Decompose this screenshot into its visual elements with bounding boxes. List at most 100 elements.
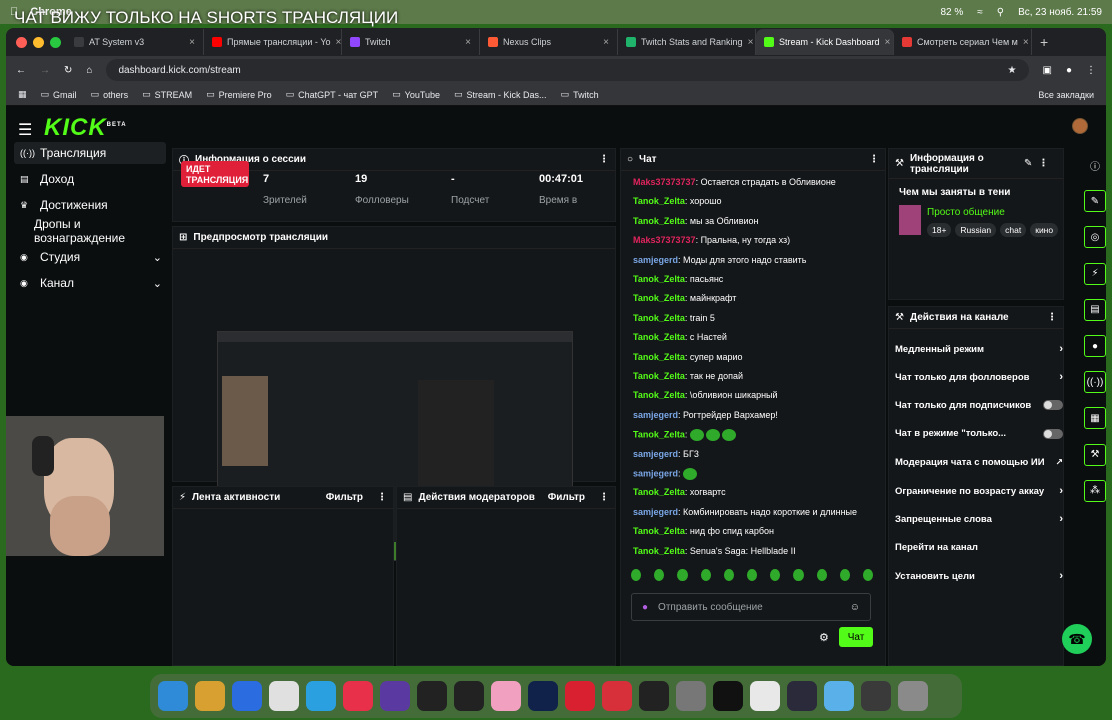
chat-message[interactable]: Tanok_Zelta: супер марио <box>633 352 743 362</box>
channel-action-4[interactable]: Модерация чата с помощью ИИ ↗ <box>895 457 1063 468</box>
chat-message[interactable]: Tanok_Zelta: мы за Обливион <box>633 216 758 226</box>
bookmark-5[interactable]: ▭ YouTube <box>392 89 440 100</box>
chat-message[interactable]: Tanok_Zelta: хорошо <box>633 196 722 206</box>
more-icon[interactable]: ⋮ <box>1038 158 1048 169</box>
chat-message[interactable]: samjegerd: Рогтрейдер Вархамер! <box>633 410 778 420</box>
chat-username[interactable]: samjegerd <box>633 468 678 478</box>
chat-username[interactable]: Tanok_Zelta <box>633 332 685 342</box>
close-tab-icon[interactable]: × <box>885 37 891 48</box>
chat-username[interactable]: Tanok_Zelta <box>633 390 685 400</box>
chat-message[interactable]: Tanok_Zelta: хогвартс <box>633 487 726 497</box>
channel-action-8[interactable]: Установить цели › <box>895 570 1063 582</box>
close-tab-icon[interactable]: × <box>748 37 754 48</box>
chat-username[interactable]: Tanok_Zelta <box>633 352 685 362</box>
modactions-filter-button[interactable]: Фильтр <box>548 492 585 503</box>
tab-4[interactable]: Twitch Stats and Ranking × <box>618 29 756 55</box>
dock-app-icon[interactable] <box>380 681 410 711</box>
extensions-icon[interactable]: ▣ <box>1043 65 1052 76</box>
bookmark-star-icon[interactable]: ★ <box>1008 65 1017 76</box>
chat-username[interactable]: Tanok_Zelta <box>633 371 685 381</box>
tab-3[interactable]: Nexus Clips × <box>480 29 618 55</box>
chat-message[interactable]: Tanok_Zelta: майнкрафт <box>633 293 736 303</box>
clock[interactable]: Вс, 23 нояб. 21:59 <box>1018 7 1102 18</box>
more-icon[interactable]: ⋮ <box>1047 312 1057 323</box>
channel-action-3[interactable]: Чат в режиме "только... <box>895 428 1063 439</box>
chat-message[interactable]: samjegerd: Комбинировать надо короткие и… <box>633 507 857 517</box>
chat-username[interactable]: samjegerd <box>633 507 678 517</box>
chat-username[interactable]: Tanok_Zelta <box>633 487 685 497</box>
dock-app-icon[interactable] <box>602 681 632 711</box>
search-icon[interactable]: ⚲ <box>997 7 1004 18</box>
tab-0[interactable]: AT System v3 × <box>66 29 204 55</box>
chat-message[interactable]: Tanok_Zelta: пасьянс <box>633 274 723 284</box>
home-icon[interactable]: ⌂ <box>86 65 92 76</box>
bookmark-0[interactable]: ▭ Gmail <box>41 89 77 100</box>
chat-message[interactable]: Tanok_Zelta: train 5 <box>633 313 715 323</box>
minimize-window-button[interactable] <box>33 37 44 48</box>
stack-icon[interactable]: ▦ <box>1084 407 1106 430</box>
channel-action-2[interactable]: Чат только для подписчиков <box>895 400 1063 411</box>
tag-chip[interactable]: кино <box>1030 223 1059 237</box>
tag-chip[interactable]: Russian <box>955 223 997 237</box>
sidebar-item-4[interactable]: ◉ Студия ⌄ <box>14 246 166 268</box>
emote-bar[interactable] <box>631 569 875 585</box>
menu-icon[interactable]: ☰ <box>18 120 32 140</box>
dock-app-icon[interactable] <box>861 681 891 711</box>
chat-username[interactable]: Tanok_Zelta <box>633 313 685 323</box>
dock-app-icon[interactable] <box>824 681 854 711</box>
close-tab-icon[interactable]: × <box>465 37 471 48</box>
chat-username[interactable]: Tanok_Zelta <box>633 430 685 440</box>
tab-1[interactable]: Прямые трансляции - Yo × <box>204 29 342 55</box>
all-bookmarks-link[interactable]: Все закладки <box>1038 90 1094 100</box>
more-icon[interactable]: ⋮ <box>599 154 609 165</box>
list-icon[interactable]: ▤ <box>1084 298 1106 321</box>
dock-app-icon[interactable] <box>195 681 225 711</box>
close-tab-icon[interactable]: × <box>603 37 609 48</box>
kick-logo[interactable]: KICKBETA <box>44 114 127 142</box>
sidebar-item-1[interactable]: ▤ Доход <box>14 168 166 190</box>
chat-message[interactable]: Tanok_Zelta: нид фо спид карбон <box>633 526 774 536</box>
channel-action-1[interactable]: Чат только для фолловеров › <box>895 371 1063 383</box>
chat-username[interactable]: Tanok_Zelta <box>633 274 685 284</box>
bookmark-2[interactable]: ▭ STREAM <box>142 89 192 100</box>
sidebar-item-3[interactable]: Дропы и вознаграждение <box>14 217 166 245</box>
bookmark-3[interactable]: ▭ Premiere Pro <box>206 89 272 100</box>
user-avatar[interactable] <box>1072 118 1088 134</box>
pen-icon[interactable]: ✎ <box>1084 190 1106 213</box>
sidebar-item-0[interactable]: ((·)) Трансляция <box>14 142 166 164</box>
dock-app-icon[interactable] <box>565 681 595 711</box>
category-thumbnail[interactable] <box>899 205 921 235</box>
more-icon[interactable]: ⋮ <box>377 492 387 503</box>
chat-message[interactable]: Tanok_Zelta: с Настей <box>633 332 727 342</box>
chat-username[interactable]: Maks37373737 <box>633 235 696 245</box>
chat-username[interactable]: samjegerd <box>633 410 678 420</box>
chat-message[interactable]: Tanok_Zelta: \обливион шикарный <box>633 390 778 400</box>
close-tab-icon[interactable]: × <box>189 37 195 48</box>
wrench-icon[interactable]: ⚒ <box>1084 443 1106 466</box>
more-icon[interactable]: ⋮ <box>599 492 609 503</box>
more-icon[interactable]: ⋮ <box>869 154 879 165</box>
close-tab-icon[interactable]: × <box>336 37 341 48</box>
channel-action-7[interactable]: Перейти на канал <box>895 542 1063 553</box>
profile-icon[interactable]: ● <box>1066 65 1072 76</box>
send-chat-button[interactable]: Чат <box>839 627 873 647</box>
radio-icon[interactable]: ((·)) <box>1084 371 1106 394</box>
chat-message[interactable]: samjegerd: <box>633 468 699 480</box>
chat-username[interactable]: samjegerd <box>633 449 678 459</box>
bookmark-4[interactable]: ▭ ChatGPT - чат GPT <box>286 89 378 100</box>
camera-icon[interactable]: ◎ <box>1084 226 1106 249</box>
chat-username[interactable]: Tanok_Zelta <box>633 196 685 206</box>
bolt-icon[interactable]: ⚡ <box>1084 262 1106 285</box>
dock-app-icon[interactable] <box>676 681 706 711</box>
channel-action-0[interactable]: Медленный режим › <box>895 343 1063 355</box>
dock-app-icon[interactable] <box>454 681 484 711</box>
chat-username[interactable]: Tanok_Zelta <box>633 293 685 303</box>
chat-message[interactable]: samjegerd: Моды для этого надо ставить <box>633 255 806 265</box>
dock-app-icon[interactable] <box>417 681 447 711</box>
bookmark-1[interactable]: ▭ others <box>91 89 129 100</box>
sidebar-item-2[interactable]: ♛ Достижения <box>14 194 166 216</box>
dock-app-icon[interactable] <box>898 681 928 711</box>
edit-icon[interactable]: ✎ <box>1024 158 1032 169</box>
info-icon[interactable]: ⓘ <box>1084 154 1106 176</box>
chat-message[interactable]: samjegerd: БГ3 <box>633 449 699 459</box>
